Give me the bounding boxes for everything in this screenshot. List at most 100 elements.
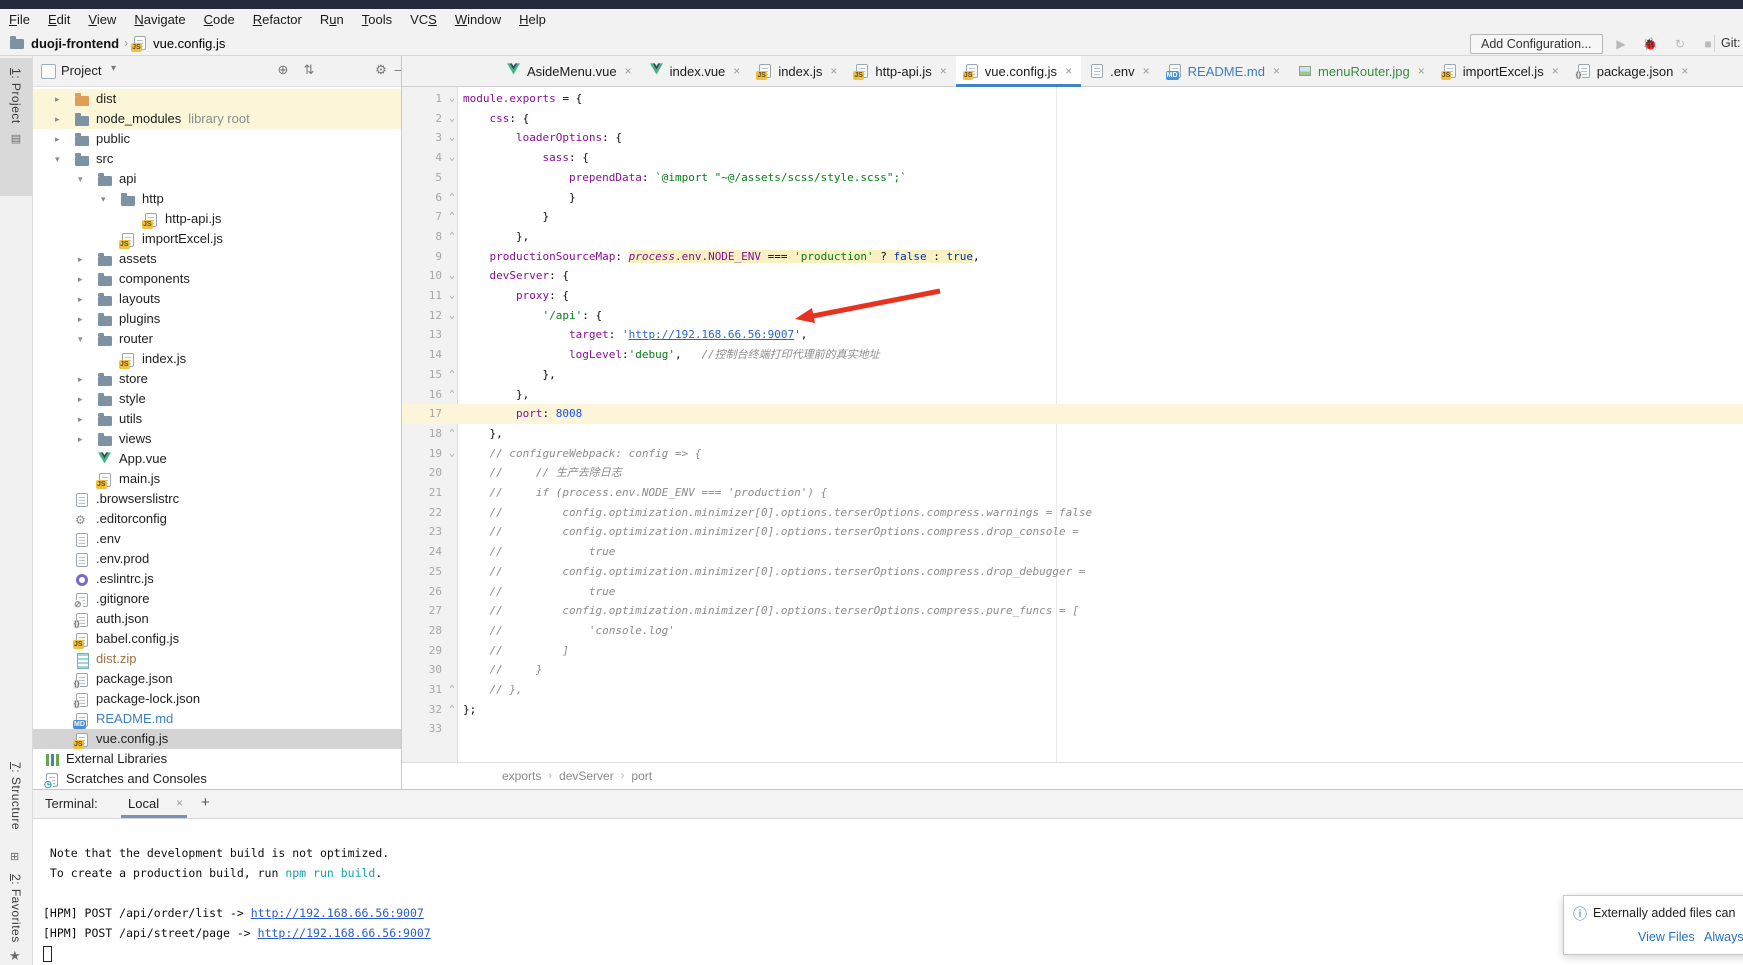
code-line-17[interactable]: 17 port: 8008 [402,404,1743,424]
chevron-right-icon[interactable]: ▸ [78,432,90,446]
fold-open-icon[interactable]: ⌄ [446,444,458,464]
tab-index.js[interactable]: JSindex.js× [749,56,846,86]
fold-close-icon[interactable]: ⌃ [446,188,458,208]
code-line-13[interactable]: 13 target: 'http://192.168.66.56:9007', [402,325,1743,345]
code-line-22[interactable]: 22 // config.optimization.minimizer[0].o… [402,503,1743,523]
close-icon[interactable]: × [1273,64,1280,78]
tree-item-.browserslistrc[interactable]: .browserslistrc [33,489,401,509]
code-line-1[interactable]: 1⌄module.exports = { [402,89,1743,109]
code-line-7[interactable]: 7⌃ } [402,207,1743,227]
code-line-33[interactable]: 33 [402,719,1743,739]
chevron-right-icon[interactable]: ▸ [55,132,67,146]
code-line-21[interactable]: 21 // if (process.env.NODE_ENV === 'prod… [402,483,1743,503]
breadcrumb-port[interactable]: port [631,769,652,783]
tree-item-style[interactable]: ▸style [33,389,401,409]
chevron-right-icon[interactable]: ▸ [78,292,90,306]
fold-close-icon[interactable]: ⌃ [446,207,458,227]
tree-item-utils[interactable]: ▸utils [33,409,401,429]
tree-item-External Libraries[interactable]: External Libraries [33,749,401,769]
tree-item-index.js[interactable]: JSindex.js [33,349,401,369]
tree-item-store[interactable]: ▸store [33,369,401,389]
code-line-4[interactable]: 4⌄ sass: { [402,148,1743,168]
code-line-25[interactable]: 25 // config.optimization.minimizer[0].o… [402,562,1743,582]
menu-item-window[interactable]: Window [446,9,510,31]
tab-http-api.js[interactable]: JShttp-api.js× [846,56,955,86]
tree-item-public[interactable]: ▸public [33,129,401,149]
tree-item-router[interactable]: ▾router [33,329,401,349]
code-line-2[interactable]: 2⌄ css: { [402,109,1743,129]
chevron-right-icon[interactable]: ▸ [55,92,67,106]
git-label[interactable]: Git: [1721,36,1740,50]
close-icon[interactable]: × [1065,64,1072,78]
tree-item-dist[interactable]: ▸dist [33,89,401,109]
tab-index.vue[interactable]: index.vue× [641,56,750,86]
code-line-29[interactable]: 29 // ] [402,641,1743,661]
tree-item-main.js[interactable]: JSmain.js [33,469,401,489]
chevron-right-icon[interactable]: ▸ [55,112,67,126]
fold-open-icon[interactable]: ⌄ [446,128,458,148]
terminal-output[interactable]: Note that the development build is not o… [43,823,1743,965]
fold-close-icon[interactable]: ⌃ [446,680,458,700]
close-icon[interactable]: × [176,796,183,810]
tab-.env[interactable]: .env× [1081,56,1159,86]
code-line-32[interactable]: 32⌃}; [402,700,1743,720]
tab-package.json[interactable]: {}package.json× [1568,56,1698,86]
fold-open-icon[interactable]: ⌄ [446,148,458,168]
code-line-23[interactable]: 23 // config.optimization.minimizer[0].o… [402,522,1743,542]
chevron-down-icon[interactable]: ▾ [111,63,116,74]
breadcrumb-file[interactable]: vue.config.js [153,36,225,51]
tree-item-components[interactable]: ▸components [33,269,401,289]
code-line-27[interactable]: 27 // config.optimization.minimizer[0].o… [402,601,1743,621]
terminal-link[interactable]: http://192.168.66.56:9007 [251,906,424,920]
code-line-9[interactable]: 9 productionSourceMap: process.env.NODE_… [402,247,1743,267]
code-line-30[interactable]: 30 // } [402,660,1743,680]
code-line-18[interactable]: 18⌃ }, [402,424,1743,444]
fold-open-icon[interactable]: ⌄ [446,266,458,286]
code-line-6[interactable]: 6⌃ } [402,188,1743,208]
menu-item-tools[interactable]: Tools [353,9,401,31]
chevron-right-icon[interactable]: ▸ [78,392,90,406]
tree-item-.gitignore[interactable]: ⊘.gitignore [33,589,401,609]
menu-item-refactor[interactable]: Refactor [244,9,311,31]
menu-item-navigate[interactable]: Navigate [125,9,194,31]
menu-item-file[interactable]: File [0,9,39,31]
chevron-right-icon[interactable]: ▸ [78,412,90,426]
locate-icon[interactable]: ⊕ [273,62,293,78]
tree-item-dist.zip[interactable]: dist.zip [33,649,401,669]
tree-item-importExcel.js[interactable]: JSimportExcel.js [33,229,401,249]
tree-item-auth.json[interactable]: {}auth.json [33,609,401,629]
code-line-20[interactable]: 20 // // 生产去除日志 [402,463,1743,483]
menu-item-help[interactable]: Help [510,9,555,31]
fold-open-icon[interactable]: ⌄ [446,109,458,129]
tree-item-babel.config.js[interactable]: JSbabel.config.js [33,629,401,649]
view-files-link[interactable]: View Files [1638,930,1695,944]
chevron-down-icon[interactable]: ▾ [78,172,90,186]
tree-item-assets[interactable]: ▸assets [33,249,401,269]
debug-bug-icon[interactable]: 🐞 [1641,36,1659,52]
fold-close-icon[interactable]: ⌃ [446,385,458,405]
fold-open-icon[interactable]: ⌄ [446,286,458,306]
chevron-right-icon[interactable]: ▸ [78,372,90,386]
code-line-10[interactable]: 10⌄ devServer: { [402,266,1743,286]
tree-item-views[interactable]: ▸views [33,429,401,449]
tree-item-package.json[interactable]: {}package.json [33,669,401,689]
tree-item-http-api.js[interactable]: JShttp-api.js [33,209,401,229]
tree-item-layouts[interactable]: ▸layouts [33,289,401,309]
close-icon[interactable]: × [1143,64,1150,78]
terminal-tab-local[interactable]: Local [128,796,159,811]
new-terminal-button[interactable]: + [201,794,210,811]
tree-item-src[interactable]: ▾src [33,149,401,169]
chevron-down-icon[interactable]: ▾ [55,152,67,166]
chevron-down-icon[interactable]: ▾ [101,192,113,206]
project-panel-title[interactable]: Project [61,63,101,78]
code-line-8[interactable]: 8⌃ }, [402,227,1743,247]
code-line-24[interactable]: 24 // true [402,542,1743,562]
close-icon[interactable]: × [733,64,740,78]
code-line-15[interactable]: 15⌃ }, [402,365,1743,385]
tree-item-api[interactable]: ▾api [33,169,401,189]
fold-close-icon[interactable]: ⌃ [446,365,458,385]
profiler-icon[interactable]: ↻ [1671,36,1689,52]
code-line-5[interactable]: 5 prependData: `@import "~@/assets/scss/… [402,168,1743,188]
tool-window-button-structure[interactable]: 7: Structure [0,762,32,852]
menu-item-run[interactable]: Run [311,9,353,31]
